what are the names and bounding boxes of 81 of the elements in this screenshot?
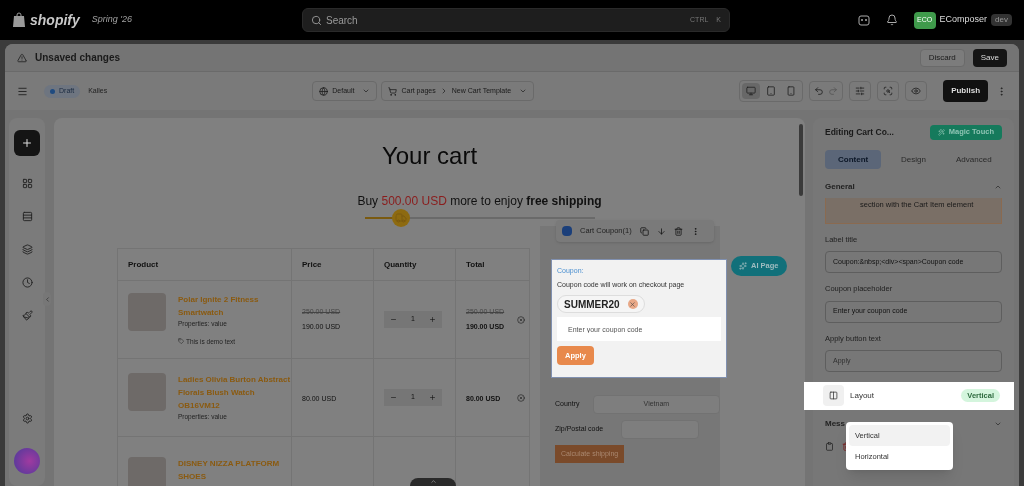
chevron-down-icon [362, 87, 371, 95]
layout-grid-icon[interactable] [21, 178, 33, 189]
globe-icon [319, 86, 329, 96]
duplicate-icon[interactable] [639, 226, 649, 236]
remove-icon[interactable] [517, 393, 525, 402]
settings-icon[interactable] [21, 413, 33, 424]
close-icon [629, 300, 637, 308]
version-label: Spring '26 [91, 13, 133, 27]
save-bar-title: Unsaved changes [35, 51, 121, 65]
plus-icon[interactable] [429, 316, 436, 323]
chevron-up-icon [994, 183, 1002, 191]
column-header: Product [117, 248, 292, 281]
preview-button[interactable] [905, 81, 928, 101]
chevron-down-icon [519, 87, 528, 95]
dev-tag: dev [991, 14, 1012, 26]
sliders-icon [855, 86, 866, 96]
move-down-icon[interactable] [656, 226, 666, 236]
remove-icon[interactable] [517, 315, 525, 324]
publish-button[interactable]: Publish [943, 80, 988, 102]
inspect-button[interactable] [877, 81, 900, 101]
cart-heading: Your cart [381, 144, 478, 168]
add-button[interactable] [14, 130, 40, 156]
desktop-icon [746, 86, 757, 96]
minus-icon[interactable] [390, 316, 397, 323]
layers-icon[interactable] [21, 244, 33, 255]
notification-icon[interactable] [885, 14, 898, 26]
column-header: Price [291, 248, 374, 281]
warning-icon [17, 52, 27, 63]
wand-icon [937, 128, 945, 136]
search-icon [311, 14, 322, 26]
product-photo-placeholder [128, 373, 166, 412]
device-toggle[interactable] [742, 83, 761, 99]
section-header: Mess [825, 417, 845, 430]
phone-icon [786, 86, 797, 96]
panel-tab[interactable]: Advanced [945, 150, 1002, 169]
brush-icon[interactable] [21, 310, 33, 321]
applied-coupon-chip: SUMMER20 [557, 295, 645, 313]
brand-name: shopify [30, 10, 80, 30]
element-badge-icon [562, 226, 572, 236]
bottom-drawer-handle[interactable] [410, 478, 456, 486]
product-photo-placeholder [128, 292, 166, 331]
plus-icon[interactable] [429, 394, 436, 401]
save-button[interactable]: Save [972, 48, 1007, 67]
layout-label: Layout [850, 389, 875, 402]
paste-icon[interactable] [825, 441, 834, 451]
column-header: Quantity [373, 248, 456, 281]
tag-icon [178, 338, 184, 345]
section-title: General [825, 181, 855, 193]
panel-title: Editing Cart Co... [825, 125, 894, 139]
panel-tab[interactable]: Content [825, 150, 882, 169]
shopping-bag-logo-icon [12, 12, 26, 28]
eye-icon [911, 86, 922, 96]
product-name: Polar Ignite 2 Fitness Smartwatch [178, 293, 260, 319]
remove-coupon-button[interactable] [627, 299, 638, 309]
clock-icon[interactable] [21, 277, 33, 288]
tablet-icon [766, 86, 777, 96]
store-name: EComposer [939, 13, 988, 27]
free-shipping-message: Buy 500.00 USD more to enjoy free shipping [357, 193, 602, 210]
redo-icon[interactable] [828, 86, 839, 96]
assistant-orb [14, 448, 40, 474]
panel-tab[interactable]: Design [885, 150, 942, 169]
menu-icon[interactable] [17, 85, 28, 97]
section-header[interactable]: General [813, 179, 1014, 195]
settings-sliders-button[interactable] [849, 81, 872, 101]
product-name: DISNEY NIZZA PLATFORM SHOES [178, 457, 281, 483]
plus-icon [21, 137, 33, 149]
sparkles-icon [739, 262, 747, 270]
discard-button[interactable]: Discard [919, 48, 965, 67]
product-photo-placeholder [128, 456, 166, 486]
canvas-scrollbar[interactable] [799, 124, 803, 196]
delete-icon[interactable] [673, 226, 683, 236]
chevron-left-icon [43, 295, 51, 303]
chevron-up-icon [429, 478, 437, 485]
minus-icon[interactable] [390, 394, 397, 401]
column-header: Total [455, 248, 530, 281]
product-name: Ladies Olivia Burton Abstract Florals Blush Watch OB16VM12 [178, 374, 291, 413]
scan-search-icon [883, 86, 894, 96]
columns-glyph-icon [829, 391, 838, 401]
undo-icon[interactable] [814, 86, 825, 96]
cart-icon [388, 86, 398, 96]
rows-icon[interactable] [21, 211, 33, 222]
